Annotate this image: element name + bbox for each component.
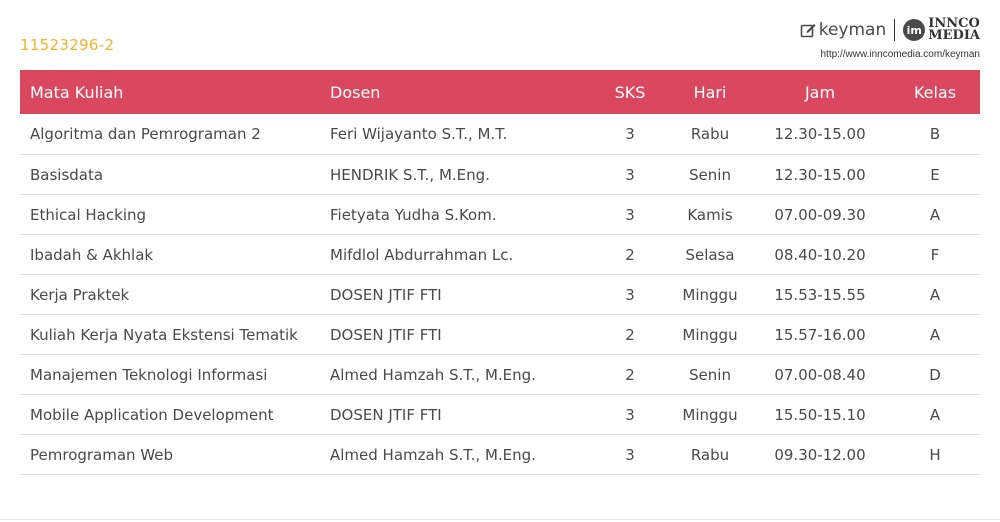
header-dosen: Dosen	[330, 82, 381, 102]
cell-kelas: A	[890, 394, 980, 435]
cell-jam: 12.30-15.00	[750, 114, 890, 155]
cell-jam: 15.53-15.55	[750, 274, 890, 315]
cell-hari: Minggu	[670, 314, 750, 355]
header-hari: Hari	[693, 82, 727, 102]
cell-mata-kuliah: Mobile Application Development	[20, 394, 320, 435]
cell-sks: 2	[590, 234, 670, 275]
cell-jam: 09.30-12.00	[750, 434, 890, 475]
keyman-label: keyman	[818, 20, 887, 40]
cell-dosen: Almed Hamzah S.T., M.Eng.	[320, 434, 590, 475]
table-row: Kuliah Kerja Nyata Ekstensi Tematik DOSE…	[20, 314, 980, 355]
table-row: Kerja Praktek DOSEN JTIF FTI 3 Minggu 15…	[20, 274, 980, 315]
header-mata-kuliah: Mata Kuliah	[30, 82, 124, 102]
cell-kelas: F	[890, 234, 980, 275]
schedule-table: Mata Kuliah Dosen SKS Hari Jam Kelas Alg…	[20, 70, 980, 475]
header-kelas: Kelas	[913, 82, 957, 102]
brand-url: http://www.inncomedia.com/keyman	[820, 49, 980, 60]
cell-mata-kuliah: Ethical Hacking	[20, 194, 320, 235]
cell-dosen: HENDRIK S.T., M.Eng.	[320, 154, 590, 195]
brand-logo: keyman im INNCO MEDIA http://www.inncome…	[800, 17, 980, 62]
innco-mark: im	[903, 19, 926, 41]
cell-kelas: A	[890, 314, 980, 355]
header-jam: Jam	[804, 82, 836, 102]
cell-hari: Minggu	[670, 394, 750, 435]
cell-dosen: Almed Hamzah S.T., M.Eng.	[320, 354, 590, 395]
cell-dosen: Feri Wijayanto S.T., M.T.	[320, 114, 590, 155]
keyman-logo: keyman	[800, 20, 887, 40]
innco-line2: MEDIA	[928, 28, 980, 43]
cell-hari: Selasa	[670, 234, 750, 275]
cell-dosen: DOSEN JTIF FTI	[320, 274, 590, 315]
table-row: Manajemen Teknologi Informasi Almed Hamz…	[20, 354, 980, 395]
cell-mata-kuliah: Manajemen Teknologi Informasi	[20, 354, 320, 395]
table-row: Basisdata HENDRIK S.T., M.Eng. 3 Senin 1…	[20, 154, 980, 195]
cell-sks: 3	[590, 394, 670, 435]
header-sks: SKS	[614, 82, 646, 102]
cell-sks: 3	[590, 274, 670, 315]
cell-mata-kuliah: Kerja Praktek	[20, 274, 320, 315]
cell-dosen: Mifdlol Abdurrahman Lc.	[320, 234, 590, 275]
cell-kelas: A	[890, 274, 980, 315]
cell-dosen: DOSEN JTIF FTI	[320, 314, 590, 355]
cell-sks: 3	[590, 154, 670, 195]
footer-divider	[0, 519, 1000, 520]
brand-separator	[894, 19, 896, 41]
cell-mata-kuliah: Basisdata	[20, 154, 320, 195]
cell-mata-kuliah: Kuliah Kerja Nyata Ekstensi Tematik	[20, 314, 320, 355]
cell-kelas: E	[890, 154, 980, 195]
cell-hari: Kamis	[670, 194, 750, 235]
edit-icon	[800, 24, 816, 38]
table-row: Ibadah & Akhlak Mifdlol Abdurrahman Lc. …	[20, 234, 980, 275]
table-row: Mobile Application Development DOSEN JTI…	[20, 394, 980, 435]
innco-media-logo: im INNCO MEDIA	[903, 17, 980, 43]
cell-mata-kuliah: Algoritma dan Pemrograman 2	[20, 114, 320, 155]
cell-kelas: H	[890, 434, 980, 475]
cell-jam: 07.00-09.30	[750, 194, 890, 235]
cell-sks: 2	[590, 314, 670, 355]
cell-dosen: DOSEN JTIF FTI	[320, 394, 590, 435]
cell-hari: Rabu	[670, 114, 750, 155]
cell-kelas: B	[890, 114, 980, 155]
cell-jam: 15.57-16.00	[750, 314, 890, 355]
table-header-row: Mata Kuliah Dosen SKS Hari Jam Kelas	[20, 70, 980, 114]
table-row: Pemrograman Web Almed Hamzah S.T., M.Eng…	[20, 434, 980, 475]
cell-sks: 3	[590, 114, 670, 155]
cell-sks: 3	[590, 434, 670, 475]
brand-row: keyman im INNCO MEDIA	[800, 17, 980, 43]
cell-jam: 07.00-08.40	[750, 354, 890, 395]
cell-mata-kuliah: Pemrograman Web	[20, 434, 320, 475]
cell-mata-kuliah: Ibadah & Akhlak	[20, 234, 320, 275]
cell-sks: 3	[590, 194, 670, 235]
cell-hari: Senin	[670, 354, 750, 395]
innco-wordmark: INNCO MEDIA	[928, 17, 980, 43]
table-row: Algoritma dan Pemrograman 2 Feri Wijayan…	[20, 114, 980, 155]
student-id: 11523296-2	[20, 36, 115, 54]
cell-sks: 2	[590, 354, 670, 395]
cell-kelas: D	[890, 354, 980, 395]
cell-hari: Minggu	[670, 274, 750, 315]
cell-hari: Senin	[670, 154, 750, 195]
cell-kelas: A	[890, 194, 980, 235]
cell-jam: 08.40-10.20	[750, 234, 890, 275]
table-row: Ethical Hacking Fietyata Yudha S.Kom. 3 …	[20, 194, 980, 235]
cell-hari: Rabu	[670, 434, 750, 475]
cell-jam: 12.30-15.00	[750, 154, 890, 195]
cell-jam: 15.50-15.10	[750, 394, 890, 435]
cell-dosen: Fietyata Yudha S.Kom.	[320, 194, 590, 235]
